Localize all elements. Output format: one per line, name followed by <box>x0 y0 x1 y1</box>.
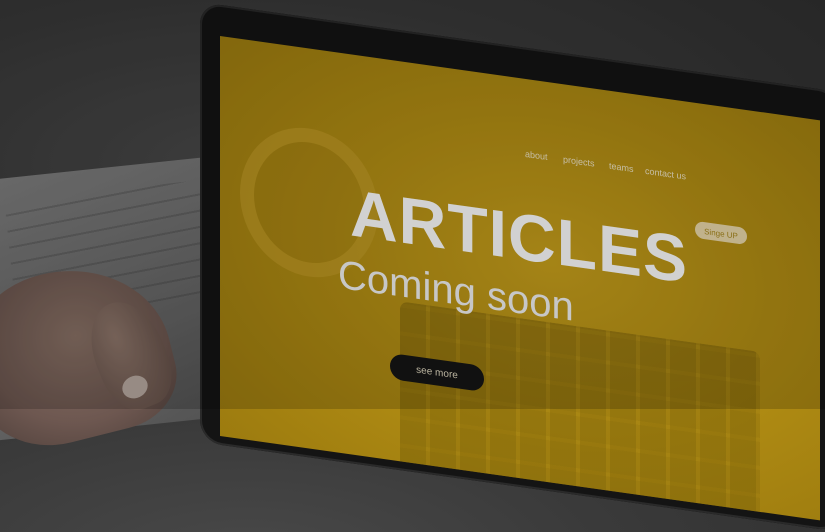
nav-teams[interactable]: teams <box>609 161 634 174</box>
signup-button[interactable]: Singe UP <box>695 220 747 246</box>
laptop-screen: about projects teams contact us Singe UP… <box>220 36 820 521</box>
nav-about[interactable]: about <box>525 149 548 162</box>
nav-projects[interactable]: projects <box>563 154 595 168</box>
nav-contact-us[interactable]: contact us <box>645 166 686 182</box>
